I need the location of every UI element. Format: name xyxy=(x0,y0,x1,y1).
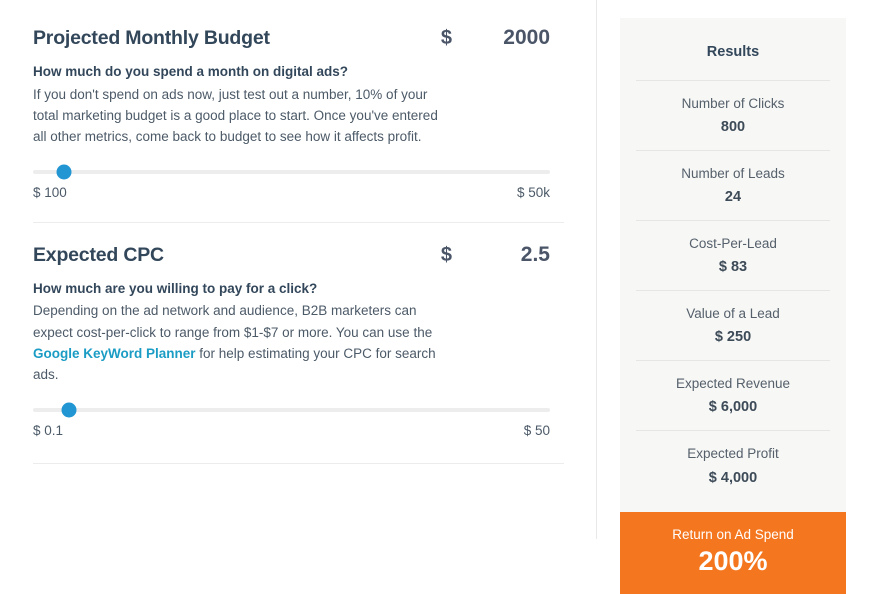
result-row: Number of Leads 24 xyxy=(636,150,830,220)
slider-min-label: $ 100 xyxy=(33,184,67,200)
result-row: Expected Profit $ 4,000 xyxy=(636,430,830,500)
result-value: 800 xyxy=(720,119,746,136)
page-title: Projected Monthly Budget xyxy=(33,27,270,49)
section-divider-bottom xyxy=(33,462,564,464)
slider-thumb[interactable] xyxy=(61,402,77,418)
result-value: $ 4,000 xyxy=(708,469,758,486)
slider-min-label: $ 0.1 xyxy=(33,422,64,438)
result-label: Expected Revenue xyxy=(675,376,791,392)
metric-description: Depending on the ad network and audience… xyxy=(33,300,451,385)
result-label: Value of a Lead xyxy=(686,306,780,322)
cpc-value[interactable]: 2.5 xyxy=(488,243,550,267)
result-label: Expected Profit xyxy=(687,446,779,462)
results-title: Results xyxy=(706,44,760,60)
metric-block-budget: Projected Monthly Budget $ 2000 How much… xyxy=(0,0,596,200)
metric-description-text: If you don't spend on ads now, just test… xyxy=(33,86,438,145)
budget-value[interactable]: 2000 xyxy=(488,26,550,50)
result-value: $ 250 xyxy=(714,329,752,346)
slider-max-label: $ 50 xyxy=(523,422,550,438)
slider-bounds: $ 100 $ 50k xyxy=(33,185,550,200)
google-keyword-planner-link[interactable]: Google KeyWord Planner xyxy=(33,346,196,361)
section-title-cpc: Expected CPC xyxy=(33,243,164,266)
metric-description: If you don't spend on ads now, just test… xyxy=(33,84,451,148)
results-panel: Results Number of Clicks 800 Number of Lea… xyxy=(620,18,846,594)
metric-question: How much are you willing to pay for a cl… xyxy=(33,281,318,297)
slider-bounds: $ 0.1 $ 50 xyxy=(33,423,550,438)
cpc-slider[interactable]: $ 0.1 $ 50 xyxy=(33,402,564,438)
slider-max-label: $ 50k xyxy=(516,184,550,200)
return-on-ad-spend-block: Return on Ad Spend 200% xyxy=(620,512,846,594)
result-row: Value of a Lead $ 250 xyxy=(636,290,830,360)
result-row: Expected Revenue $ 6,000 xyxy=(636,360,830,430)
metric-description-text-before: Depending on the ad network and audience… xyxy=(33,303,433,340)
results-list: Number of Clicks 800 Number of Leads 24 Cost… xyxy=(620,80,846,500)
result-value: $ 6,000 xyxy=(708,399,758,416)
metric-value-group: $ 2000 xyxy=(441,26,564,50)
metric-question: How much do you spend a month on digital… xyxy=(33,64,349,80)
result-label: Number of Clicks xyxy=(681,96,785,111)
metric-block-cpc: Expected CPC $ 2.5 How much are you will… xyxy=(0,223,596,438)
roi-calculator-page: Projected Monthly Budget $ 2000 How much… xyxy=(0,0,872,594)
roas-value: 200% xyxy=(698,545,768,576)
metric-header: Expected CPC $ 2.5 xyxy=(33,243,564,267)
result-row: Cost-Per-Lead $ 83 xyxy=(636,220,830,290)
budget-slider[interactable]: $ 100 $ 50k xyxy=(33,164,564,200)
slider-thumb[interactable] xyxy=(56,164,72,180)
result-row: Number of Clicks 800 xyxy=(636,80,830,150)
inputs-column: Projected Monthly Budget $ 2000 How much… xyxy=(0,0,597,539)
slider-track[interactable] xyxy=(33,164,550,180)
roas-label: Return on Ad Spend xyxy=(672,527,794,543)
results-column: Results Number of Clicks 800 Number of Lea… xyxy=(597,0,872,594)
metric-header: Projected Monthly Budget $ 2000 xyxy=(33,26,564,50)
currency-symbol: $ xyxy=(440,243,452,266)
slider-track[interactable] xyxy=(33,402,550,418)
result-label: Cost-Per-Lead xyxy=(689,236,777,252)
result-label: Number of Leads xyxy=(681,166,785,182)
result-value: 24 xyxy=(724,189,742,206)
result-value: $ 83 xyxy=(718,259,748,276)
metric-value-group: $ 2.5 xyxy=(441,243,564,267)
currency-symbol: $ xyxy=(440,27,452,49)
